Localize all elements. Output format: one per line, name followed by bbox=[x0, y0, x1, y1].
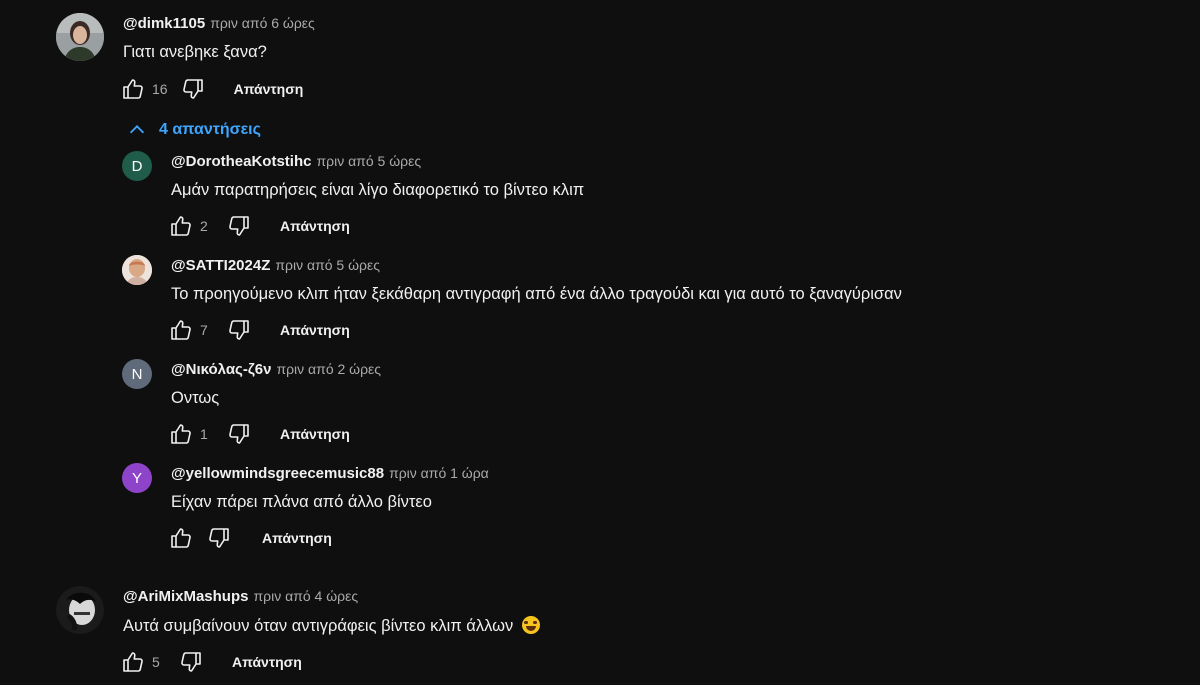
dislike-icon[interactable] bbox=[206, 526, 232, 550]
reply-header: @DorotheaKotstihc πριν από 5 ώρες bbox=[171, 153, 421, 171]
reply-text: Το προηγούμενο κλιπ ήταν ξεκάθαρη αντιγρ… bbox=[171, 285, 902, 303]
laughing-tears-emoji-icon bbox=[521, 616, 540, 634]
avatar-letter: N bbox=[131, 365, 143, 383]
comment-actions: 5 Απάντηση bbox=[120, 650, 302, 674]
reply-author[interactable]: @yellowmindsgreecemusic88 bbox=[171, 465, 384, 482]
user-photo-icon bbox=[56, 586, 104, 634]
dislike-icon[interactable] bbox=[226, 214, 252, 238]
reply-actions: 1 Απάντηση bbox=[168, 422, 350, 446]
avatar[interactable]: D bbox=[122, 151, 152, 181]
reply-button[interactable]: Απάντηση bbox=[262, 530, 332, 546]
reply-actions: Απάντηση bbox=[168, 526, 332, 550]
dislike-icon[interactable] bbox=[180, 77, 206, 101]
like-icon[interactable] bbox=[168, 214, 194, 238]
reply-text: Αμάν παρατηρήσεις είναι λίγο διαφορετικό… bbox=[171, 181, 585, 199]
avatar-letter: Y bbox=[131, 469, 142, 487]
reply-actions: 7 Απάντηση bbox=[168, 318, 350, 342]
like-icon[interactable] bbox=[168, 318, 194, 342]
reply-text: Οντως bbox=[171, 389, 220, 407]
reply-author[interactable]: @DorotheaKotstihc bbox=[171, 153, 311, 170]
user-photo-icon bbox=[56, 13, 104, 61]
reply-time[interactable]: πριν από 5 ώρες bbox=[275, 257, 380, 273]
comment-time[interactable]: πριν από 4 ώρες bbox=[253, 588, 358, 604]
dislike-icon[interactable] bbox=[178, 650, 204, 674]
avatar[interactable] bbox=[56, 586, 104, 634]
like-icon[interactable] bbox=[168, 422, 194, 446]
comment-actions: 16 Απάντηση bbox=[120, 77, 303, 101]
comment-time[interactable]: πριν από 6 ώρες bbox=[210, 15, 315, 31]
comment-header: @dimk1105 πριν από 6 ώρες bbox=[123, 15, 315, 33]
reply-author[interactable]: @SATTI2024Z bbox=[171, 257, 270, 274]
like-count: 1 bbox=[200, 426, 208, 442]
comment-author[interactable]: @AriMixMashups bbox=[123, 588, 248, 605]
user-photo-icon bbox=[122, 255, 152, 285]
reply-time[interactable]: πριν από 1 ώρα bbox=[389, 465, 489, 481]
reply-time[interactable]: πριν από 2 ώρες bbox=[276, 361, 381, 377]
like-icon[interactable] bbox=[168, 526, 194, 550]
comment-header: @AriMixMashups πριν από 4 ώρες bbox=[123, 588, 358, 606]
reply-header: @yellowmindsgreecemusic88 πριν από 1 ώρα bbox=[171, 465, 489, 483]
comment-text-content: Αυτά συμβαίνουν όταν αντιγράφεις βίντεο … bbox=[123, 617, 514, 635]
like-icon[interactable] bbox=[120, 650, 146, 674]
dislike-icon[interactable] bbox=[226, 422, 252, 446]
reply-time[interactable]: πριν από 5 ώρες bbox=[316, 153, 421, 169]
comment-author[interactable]: @dimk1105 bbox=[123, 15, 205, 32]
comment-text: Αυτά συμβαίνουν όταν αντιγράφεις βίντεο … bbox=[123, 616, 540, 636]
comment-text: Γιατι ανεβηκε ξανα? bbox=[123, 43, 267, 61]
reply-actions: 2 Απάντηση bbox=[168, 214, 350, 238]
reply-button[interactable]: Απάντηση bbox=[280, 426, 350, 442]
replies-count-label: 4 απαντήσεις bbox=[159, 121, 261, 138]
avatar[interactable]: Y bbox=[122, 463, 152, 493]
reply-button[interactable]: Απάντηση bbox=[280, 322, 350, 338]
avatar[interactable] bbox=[122, 255, 152, 285]
chevron-up-icon bbox=[129, 125, 145, 134]
avatar[interactable] bbox=[56, 13, 104, 61]
reply-header: @Νικόλας-ζ6ν πριν από 2 ώρες bbox=[171, 361, 381, 379]
reply-button[interactable]: Απάντηση bbox=[280, 218, 350, 234]
reply-button[interactable]: Απάντηση bbox=[234, 81, 304, 97]
like-count: 16 bbox=[152, 81, 168, 97]
like-count: 7 bbox=[200, 322, 208, 338]
like-count: 5 bbox=[152, 654, 160, 670]
like-count: 2 bbox=[200, 218, 208, 234]
avatar[interactable]: N bbox=[122, 359, 152, 389]
dislike-icon[interactable] bbox=[226, 318, 252, 342]
reply-header: @SATTI2024Z πριν από 5 ώρες bbox=[171, 257, 380, 275]
reply-button[interactable]: Απάντηση bbox=[232, 654, 302, 670]
avatar-letter: D bbox=[131, 157, 143, 175]
replies-toggle-button[interactable]: 4 απαντήσεις bbox=[126, 119, 261, 141]
reply-author[interactable]: @Νικόλας-ζ6ν bbox=[171, 361, 271, 378]
like-icon[interactable] bbox=[120, 77, 146, 101]
reply-text: Είχαν πάρει πλάνα από άλλο βίντεο bbox=[171, 493, 432, 511]
